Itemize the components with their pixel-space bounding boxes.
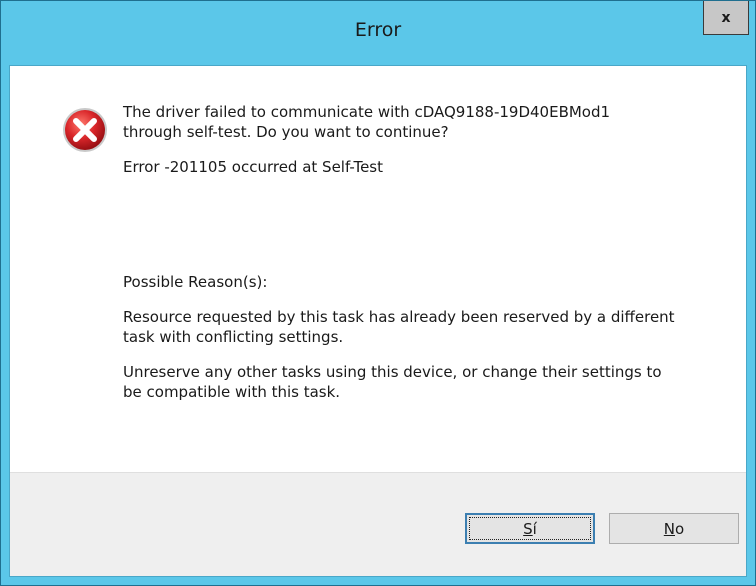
message-text: The driver failed to communicate with cD…	[123, 102, 723, 402]
reason-1-line-2: task with conflicting settings.	[123, 328, 344, 346]
reasons-heading: Possible Reason(s):	[123, 273, 268, 291]
yes-button[interactable]: Sí	[465, 513, 595, 544]
error-code-line: Error -201105 occurred at Self-Test	[123, 158, 384, 176]
message-area: The driver failed to communicate with cD…	[10, 66, 746, 475]
button-bar: Sí No	[10, 472, 746, 576]
focus-rectangle	[469, 517, 591, 540]
reason-1-line-1: Resource requested by this task has alre…	[123, 308, 675, 326]
reason-2-line-2: be compatible with this task.	[123, 383, 341, 401]
title-bar[interactable]: Error x	[1, 1, 755, 65]
dialog-body: The driver failed to communicate with cD…	[9, 65, 747, 577]
no-button[interactable]: No	[609, 513, 739, 544]
no-label-rest: o	[675, 519, 685, 538]
error-icon	[63, 108, 107, 152]
reason-2-line-1: Unreserve any other tasks using this dev…	[123, 363, 662, 381]
dialog-title: Error	[354, 19, 402, 41]
message-line-2: through self-test. Do you want to contin…	[123, 123, 449, 141]
close-button[interactable]: x	[703, 1, 749, 35]
no-mnemonic: N	[663, 519, 676, 538]
error-dialog: Error x The driver failed to communicate…	[0, 0, 756, 586]
message-line-1: The driver failed to communicate with cD…	[123, 103, 611, 121]
